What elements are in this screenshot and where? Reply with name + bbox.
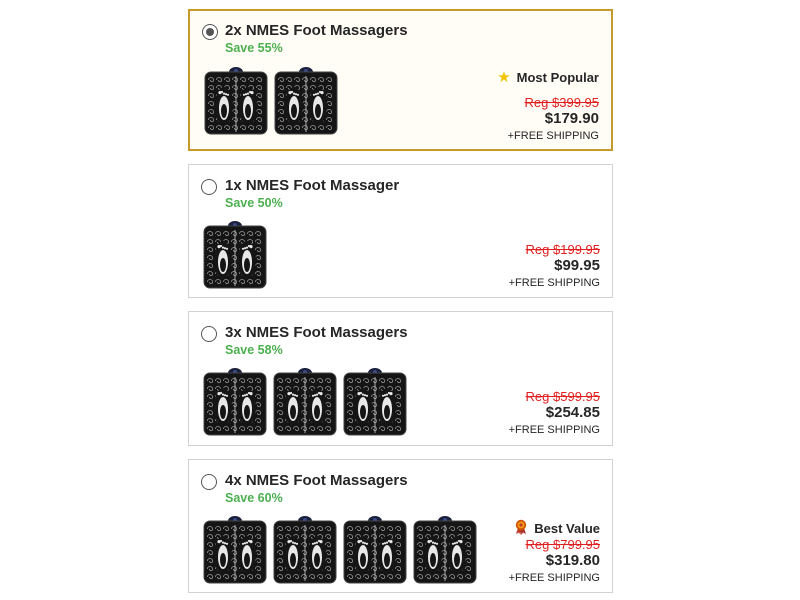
price-block: Reg $599.95 $254.85 +FREE SHIPPING: [509, 389, 600, 437]
sale-price: $254.85: [545, 404, 600, 421]
star-icon: ★: [497, 69, 511, 86]
product-images: [204, 66, 338, 136]
regular-price: Reg $399.95: [524, 95, 599, 110]
radio-button[interactable]: [201, 474, 217, 490]
offer-title: 3x NMES Foot Massagers: [225, 324, 408, 341]
offer-option-1x[interactable]: 1x NMES Foot Massager Save 50% Reg $199.…: [188, 164, 613, 298]
offer-savings: Save 60%: [225, 491, 283, 505]
product-images: [203, 220, 267, 290]
radio-button[interactable]: [201, 179, 217, 195]
radio-button[interactable]: [201, 326, 217, 342]
offer-title: 1x NMES Foot Massager: [225, 177, 400, 194]
award-ribbon-icon: [514, 519, 528, 538]
regular-price: Reg $799.95: [525, 537, 600, 552]
price-block: Reg $399.95 $179.90 +FREE SHIPPING: [508, 95, 599, 143]
foot-massager-image: [203, 367, 267, 437]
offer-option-4x[interactable]: 4x NMES Foot Massagers Save 60% Best Val…: [188, 459, 613, 593]
most-popular-badge: ★ Most Popular: [497, 70, 599, 85]
foot-massager-image: [204, 66, 268, 136]
sale-price: $99.95: [554, 257, 600, 274]
radio-dot: [206, 28, 214, 36]
best-value-badge: Best Value: [514, 519, 600, 538]
product-images: [203, 515, 477, 585]
price-block: Reg $199.95 $99.95 +FREE SHIPPING: [509, 242, 600, 290]
foot-massager-image: [413, 515, 477, 585]
product-images: [203, 367, 407, 437]
shipping-note: +FREE SHIPPING: [508, 277, 600, 289]
bundle-offer-list: 2x NMES Foot Massagers Save 55% ★ Most P…: [188, 9, 613, 593]
regular-price: Reg $599.95: [525, 389, 600, 404]
sale-price: $179.90: [544, 110, 599, 127]
badge-label: Best Value: [534, 521, 600, 536]
foot-massager-image: [274, 66, 338, 136]
shipping-note: +FREE SHIPPING: [507, 130, 599, 142]
foot-massager-image: [203, 515, 267, 585]
offer-savings: Save 55%: [225, 41, 283, 55]
foot-massager-image: [273, 367, 337, 437]
offer-savings: Save 50%: [225, 196, 283, 210]
foot-massager-image: [203, 220, 267, 290]
radio-button-selected[interactable]: [202, 24, 218, 40]
offer-title: 4x NMES Foot Massagers: [225, 472, 408, 489]
offer-option-3x[interactable]: 3x NMES Foot Massagers Save 58% Reg $599…: [188, 311, 613, 446]
badge-label: Most Popular: [516, 70, 599, 85]
offer-savings: Save 58%: [225, 343, 283, 357]
foot-massager-image: [343, 515, 407, 585]
offer-title: 2x NMES Foot Massagers: [225, 22, 408, 39]
price-block: Reg $799.95 $319.80 +FREE SHIPPING: [509, 537, 600, 585]
sale-price: $319.80: [545, 552, 600, 569]
regular-price: Reg $199.95: [525, 242, 600, 257]
shipping-note: +FREE SHIPPING: [508, 424, 600, 436]
foot-massager-image: [343, 367, 407, 437]
shipping-note: +FREE SHIPPING: [508, 572, 600, 584]
foot-massager-image: [273, 515, 337, 585]
offer-option-2x[interactable]: 2x NMES Foot Massagers Save 55% ★ Most P…: [188, 9, 613, 151]
